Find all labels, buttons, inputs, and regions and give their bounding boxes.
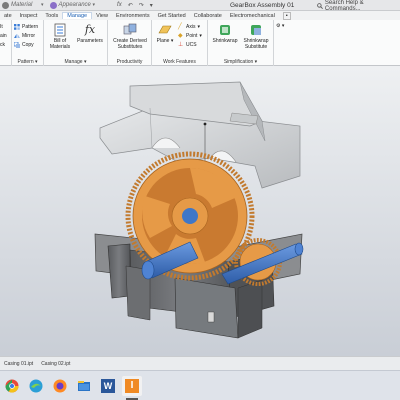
chrome-icon[interactable]: [2, 376, 22, 396]
shrinkwrap-button[interactable]: Shrinkwrap: [210, 23, 240, 44]
ucs-button[interactable]: ⊥ UCS: [178, 42, 197, 48]
axis-button[interactable]: ╱ Axis ▾: [178, 24, 200, 30]
tab-casing-01[interactable]: Casing 01.ipt: [0, 361, 37, 367]
productivity-panel: Create Derived Substitutes Productivity: [108, 20, 152, 66]
bill-of-materials-icon: [54, 23, 66, 37]
axis-label: Axis: [186, 24, 196, 30]
ucs-icon: ⊥: [178, 42, 184, 48]
work-features-panel: Plane ▾ ╱ Axis ▾ ◆ Point ▾ ⊥ UCS Work Fe…: [152, 20, 208, 66]
material-swatch-icon: [2, 1, 9, 9]
menu-assemble[interactable]: ate: [0, 13, 16, 19]
appearance-value: Appearance: [58, 2, 91, 8]
material-dropdown[interactable]: Material ▾: [2, 1, 44, 10]
axis-icon: ╱: [178, 24, 182, 30]
extra-panel: ⚙ ▾: [274, 20, 314, 66]
create-derived-substitutes-label: Create Derived Substitutes: [113, 38, 147, 50]
graphics-viewport[interactable]: [0, 66, 400, 356]
simplification-panel-label[interactable]: Simplification ▾: [208, 59, 273, 65]
title-bar: Material ▾ Appearance ▾ fx ↶ ↷ ▾ GearBox…: [0, 0, 400, 12]
chevron-down-icon: ▾: [41, 2, 44, 8]
shrinkwrap-label: Shrinkwrap: [212, 38, 238, 44]
tab-casing-02[interactable]: Casing 02.ipt: [37, 361, 74, 367]
partial-item[interactable]: It: [0, 24, 3, 30]
place-panel-partial: It ain ck: [0, 20, 12, 66]
mirror-icon: [14, 34, 20, 38]
redo-icon[interactable]: ↷: [139, 2, 144, 9]
ucs-label: UCS: [186, 42, 197, 48]
manage-panel-label[interactable]: Manage ▾: [44, 59, 107, 65]
explorer-icon[interactable]: [74, 376, 94, 396]
ribbon: It ain ck Pattern Mirror Copy Pattern ▾ …: [0, 20, 400, 66]
menu-get-started[interactable]: Get Started: [154, 13, 190, 19]
taskbar: W I: [0, 370, 400, 400]
bill-of-materials-button[interactable]: Bill of Materials: [46, 23, 74, 50]
word-icon[interactable]: W: [98, 376, 118, 396]
point-button[interactable]: ◆ Point ▾: [178, 33, 202, 39]
menu-collaborate[interactable]: Collaborate: [190, 13, 226, 19]
mirror-label: Mirror: [22, 33, 36, 39]
axis-point-icon: [203, 122, 207, 126]
point-icon: ◆: [178, 33, 183, 39]
plane-label: Plane ▾: [156, 38, 174, 44]
pattern-panel-label[interactable]: Pattern ▾: [12, 59, 43, 65]
partial-item[interactable]: ain: [0, 33, 7, 39]
firefox-icon[interactable]: [50, 376, 70, 396]
parameters-icon: fx: [84, 23, 96, 36]
simplification-panel: Shrinkwrap Shrinkwrap Substitute Simplif…: [208, 20, 274, 66]
parameters-button[interactable]: fx Parameters: [74, 23, 106, 44]
pattern-panel: Pattern Mirror Copy Pattern ▾: [12, 20, 44, 66]
settings-icon[interactable]: ⚙ ▾: [276, 23, 284, 29]
menu-electromechanical[interactable]: Electromechanical: [226, 13, 279, 19]
copy-button[interactable]: Copy: [14, 42, 34, 48]
document-title: GearBox Assembly 01: [230, 1, 295, 9]
plane-icon: [158, 25, 172, 34]
plane-button[interactable]: Plane ▾: [154, 23, 176, 44]
menu-bar: ate Inspect Tools Manage View Environmen…: [0, 11, 400, 20]
chevron-down-icon: ▾: [197, 24, 200, 30]
shrinkwrap-substitute-icon: [251, 25, 261, 35]
search-placeholder: Search Help & Commands...: [324, 0, 364, 12]
point-label: Point: [186, 33, 198, 39]
appearance-swatch-icon: [49, 1, 57, 9]
mirror-button[interactable]: Mirror: [14, 33, 35, 39]
search-icon: [317, 2, 323, 9]
partial-item[interactable]: ck: [0, 42, 5, 48]
drain-plug: [207, 311, 215, 323]
shrinkwrap-icon: [220, 25, 230, 35]
chevron-down-icon: ▾: [199, 33, 202, 39]
fx-icon[interactable]: fx: [117, 2, 122, 9]
shrinkwrap-substitute-label: Shrinkwrap Substitute: [243, 38, 269, 50]
appearance-dropdown[interactable]: Appearance ▾: [49, 1, 96, 10]
productivity-panel-label: Productivity: [116, 59, 143, 65]
copy-icon: [14, 42, 20, 48]
menu-inspect[interactable]: Inspect: [16, 13, 42, 19]
quick-access-icons[interactable]: fx ↶ ↷ ▾: [117, 2, 153, 9]
menu-more-icon[interactable]: ▪: [282, 11, 291, 20]
edge-icon[interactable]: [26, 376, 46, 396]
copy-label: Copy: [22, 42, 34, 48]
bill-of-materials-label: Bill of Materials: [49, 38, 71, 50]
inventor-icon[interactable]: I: [122, 375, 142, 400]
shrinkwrap-substitute-button[interactable]: Shrinkwrap Substitute: [240, 23, 272, 50]
search-box[interactable]: Search Help & Commands...: [317, 0, 400, 12]
material-value: Material: [11, 2, 33, 8]
parameters-label: Parameters: [77, 38, 103, 44]
pattern-button[interactable]: Pattern: [14, 24, 38, 30]
dropdown-icon[interactable]: ▾: [150, 2, 153, 9]
document-tabs: Casing 01.ipt Casing 02.ipt: [0, 356, 400, 370]
derived-substitute-icon: [123, 23, 137, 35]
pattern-icon: [14, 24, 20, 30]
model-canvas[interactable]: [0, 66, 400, 356]
undo-icon[interactable]: ↶: [128, 2, 133, 9]
manage-panel: Bill of Materials fx Parameters Manage ▾: [44, 20, 108, 66]
chevron-down-icon: ▾: [92, 2, 96, 8]
menu-view[interactable]: View: [92, 13, 112, 19]
create-derived-substitutes-button[interactable]: Create Derived Substitutes: [110, 23, 150, 50]
menu-tools[interactable]: Tools: [41, 13, 62, 19]
work-features-panel-label: Work Features: [163, 59, 196, 65]
pattern-label: Pattern: [22, 24, 39, 30]
menu-manage[interactable]: Manage: [62, 12, 93, 19]
menu-environments[interactable]: Environments: [112, 13, 154, 19]
